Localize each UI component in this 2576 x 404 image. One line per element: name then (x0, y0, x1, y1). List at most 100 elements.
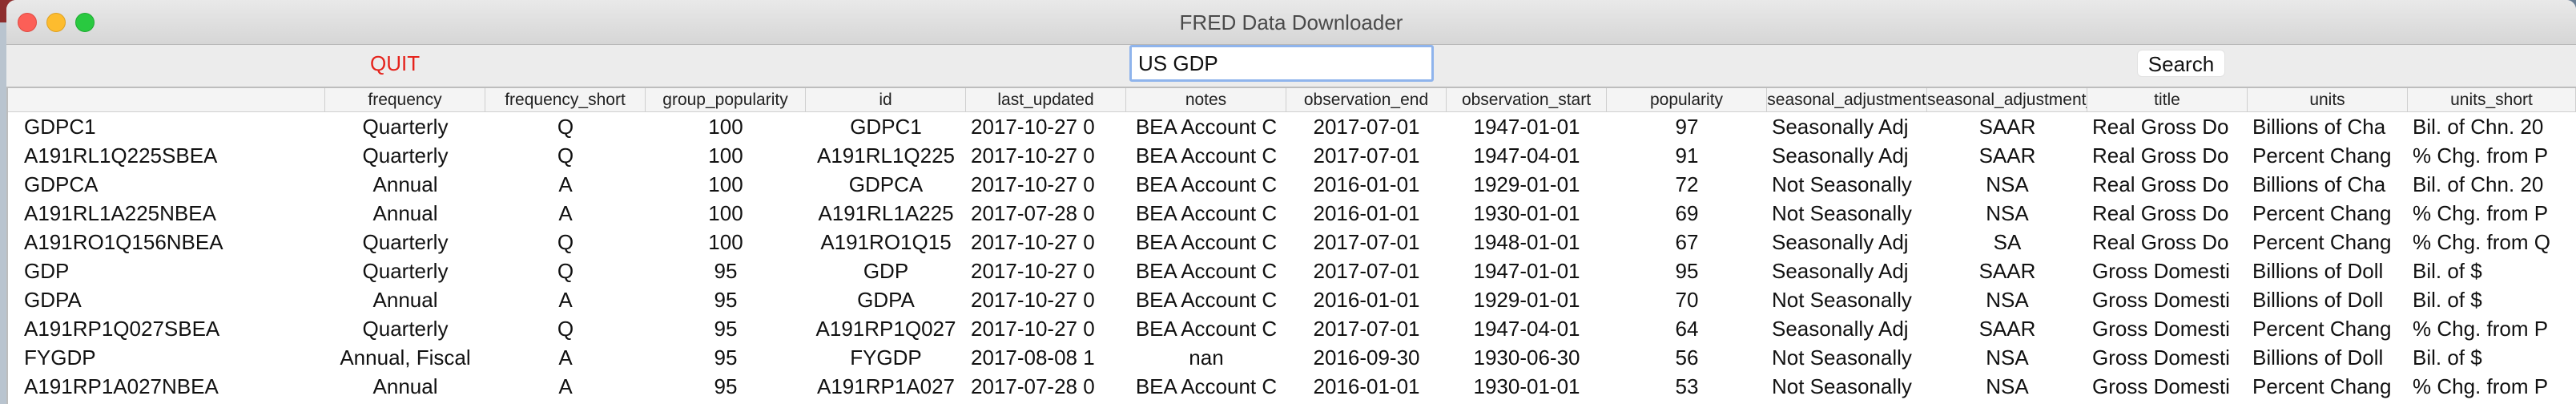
table-row[interactable]: A191RP1A027NBEA Annual A 95 A191RP1A027 2017-… (8, 372, 2576, 401)
table-cell: % Chg. from P (2413, 143, 2549, 168)
table-cell: BEA Account C (1135, 201, 1278, 225)
table-cell: Quarterly (362, 317, 449, 341)
table-cell: A191RO1Q156NBEA (24, 230, 223, 254)
table-cell: A191RO1Q15 (820, 230, 952, 254)
table-cell: Annual (372, 201, 438, 225)
table-cell: A191RP1Q027 (815, 317, 956, 341)
table-cell: 56 (1675, 345, 1699, 370)
table-row[interactable]: GDPA Annual A 95 GDPA 2017-10-27 0 BEA Account… (8, 285, 2576, 314)
table-row[interactable]: FYGDP Annual, Fiscal A 95 FYGDP 2017-08-08 1 n… (8, 343, 2576, 372)
search-input[interactable] (1129, 45, 1434, 82)
table-cell: FYGDP (24, 345, 96, 370)
table-cell: Billions of Cha (2252, 172, 2386, 196)
table-cell: Seasonally Adj (1772, 259, 1909, 283)
table-cell: 72 (1675, 172, 1699, 196)
table-cell: 2017-10-27 0 (971, 172, 1095, 196)
results-table: frequency frequency_short group_popularity… (6, 87, 2576, 404)
table-cell: Bil. of $ (2413, 345, 2482, 370)
table-cell: Not Seasonally (1772, 201, 1912, 225)
column-header-popularity[interactable]: popularity (1607, 88, 1767, 112)
table-cell: 2017-08-08 1 (971, 345, 1095, 370)
table-cell: A (558, 201, 573, 225)
table-cell: % Chg. from P (2413, 374, 2549, 398)
table-row[interactable]: GDP Quarterly Q 95 GDP 2017-10-27 0 BEA Accoun… (8, 257, 2576, 285)
table-cell: Q (557, 259, 574, 283)
window-title: FRED Data Downloader (1179, 10, 1403, 34)
table-cell: Percent Chang (2252, 201, 2392, 225)
column-header-last_updated[interactable]: last_updated (966, 88, 1126, 112)
table-cell: 2017-07-01 (1313, 230, 1420, 254)
table-cell: Real Gross Do (2092, 201, 2229, 225)
table-cell: Bil. of Chn. 20 (2413, 115, 2544, 139)
table-cell: 91 (1675, 143, 1699, 168)
table-cell: 95 (714, 345, 738, 370)
table-cell: SA (1993, 230, 2022, 254)
table-cell: 2017-07-01 (1313, 259, 1420, 283)
column-header-units[interactable]: units (2248, 88, 2408, 112)
table-cell: Q (557, 143, 574, 168)
table-cell: Not Seasonally (1772, 345, 1912, 370)
table-cell: 100 (708, 143, 743, 168)
column-header-frequency_short[interactable]: frequency_short (485, 88, 646, 112)
column-header-index[interactable] (8, 88, 325, 112)
column-header-observation_end[interactable]: observation_end (1286, 88, 1447, 112)
column-header-seasonal_adjustment_short[interactable]: seasonal_adjustment_short (1927, 88, 2087, 112)
column-header-group_popularity[interactable]: group_popularity (646, 88, 806, 112)
table-cell: 1930-01-01 (1473, 201, 1580, 225)
table-cell: 95 (714, 374, 738, 398)
table-cell: 100 (708, 172, 743, 196)
toolbar: QUIT Search (6, 45, 2576, 85)
table-cell: 1947-04-01 (1473, 317, 1580, 341)
table-cell: Gross Domesti (2092, 345, 2230, 370)
table-cell: Quarterly (362, 259, 449, 283)
table-cell: % Chg. from P (2413, 317, 2549, 341)
table-cell: BEA Account C (1135, 172, 1278, 196)
quit-button[interactable]: QUIT (359, 50, 431, 77)
table-cell: 97 (1675, 115, 1699, 139)
table-cell: 2016-09-30 (1313, 345, 1420, 370)
table-row[interactable]: GDPC1 Quarterly Q 100 GDPC1 2017-10-27 0 BEA A… (8, 112, 2576, 141)
table-cell: NSA (1986, 172, 2029, 196)
column-header-units_short[interactable]: units_short (2408, 88, 2576, 112)
table-row[interactable]: GDPCA Annual A 100 GDPCA 2017-10-27 0 BEA Acco… (8, 170, 2576, 199)
table-cell: 70 (1675, 288, 1699, 312)
search-button[interactable]: Search (2137, 50, 2225, 77)
table-cell: 1929-01-01 (1473, 288, 1580, 312)
table-row[interactable]: A191RL1Q225SBEA Quarterly Q 100 A191RL1Q225 2… (8, 141, 2576, 170)
table-cell: A191RP1A027 (816, 374, 956, 398)
table-cell: Q (557, 317, 574, 341)
table-cell: Percent Chang (2252, 230, 2392, 254)
table-cell: BEA Account C (1135, 374, 1278, 398)
column-header-observation_start[interactable]: observation_start (1447, 88, 1607, 112)
table-cell: 1930-06-30 (1473, 345, 1580, 370)
column-header-title[interactable]: title (2087, 88, 2248, 112)
table-cell: 2017-10-27 0 (971, 230, 1095, 254)
table-row[interactable]: A191RL1A225NBEA Annual A 100 A191RL1A225 2017… (8, 199, 2576, 228)
table-cell: 1930-01-01 (1473, 374, 1580, 398)
column-header-notes[interactable]: notes (1126, 88, 1286, 112)
table-cell: 2017-10-27 0 (971, 317, 1095, 341)
table-cell: Gross Domesti (2092, 259, 2230, 283)
table-cell: NSA (1986, 201, 2029, 225)
column-header-id[interactable]: id (806, 88, 966, 112)
table-cell: GDPC1 (24, 115, 96, 139)
table-cell: A (558, 374, 573, 398)
table-cell: Billions of Doll (2252, 259, 2384, 283)
column-header-frequency[interactable]: frequency (325, 88, 485, 112)
table-cell: Percent Chang (2252, 374, 2392, 398)
table-cell: SAAR (1978, 317, 2036, 341)
column-header-seasonal_adjustment[interactable]: seasonal_adjustment (1767, 88, 1927, 112)
table-cell: A191RL1A225 (818, 201, 954, 225)
table-cell: 53 (1675, 374, 1699, 398)
table-cell: 95 (714, 288, 738, 312)
table-cell: 2017-07-28 0 (971, 201, 1095, 225)
table-cell: NSA (1986, 374, 2029, 398)
table-row[interactable]: A191RO1Q156NBEA Quarterly Q 100 A191RO1Q15 20… (8, 228, 2576, 257)
table-cell: Billions of Doll (2252, 345, 2384, 370)
table-cell: A (558, 172, 573, 196)
table-cell: Q (557, 115, 574, 139)
table-cell: 95 (1675, 259, 1699, 283)
table-cell: % Chg. from Q (2413, 230, 2550, 254)
table-cell: 1948-01-01 (1473, 230, 1580, 254)
table-row[interactable]: A191RP1Q027SBEA Quarterly Q 95 A191RP1Q027 20… (8, 314, 2576, 343)
